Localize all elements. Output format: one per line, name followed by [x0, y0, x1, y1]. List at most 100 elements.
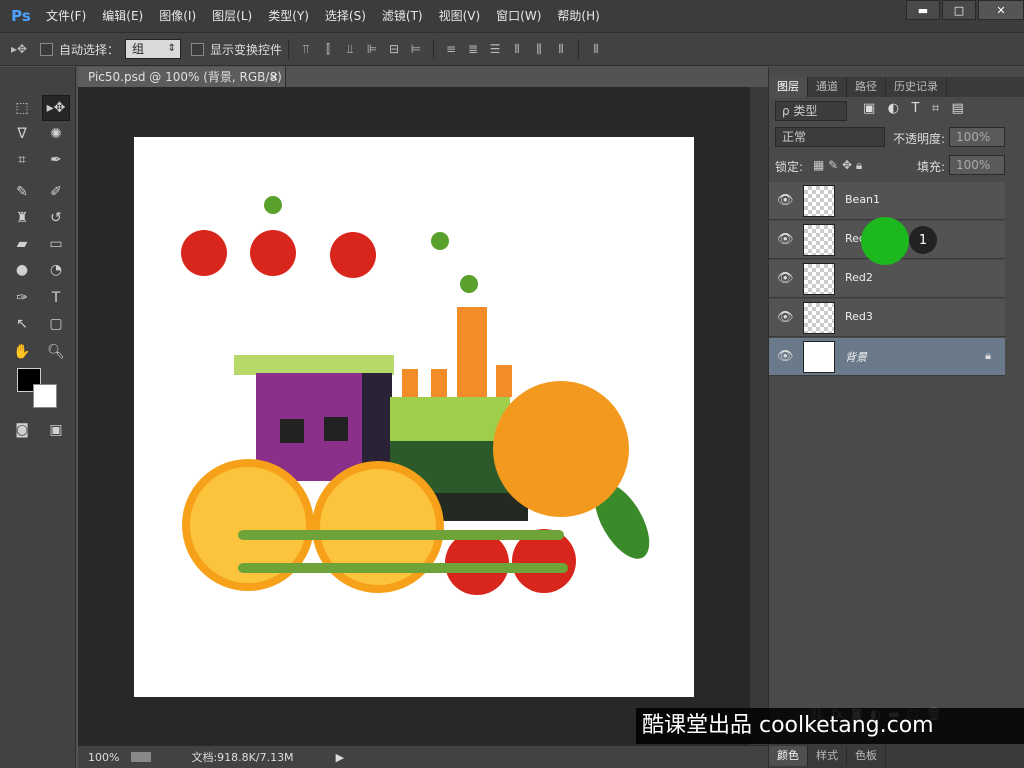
- layer-row[interactable]: 👁︎ Red2: [769, 260, 1005, 298]
- watermark: 酷课堂出品 coolketang.com: [636, 708, 1024, 744]
- eye-icon[interactable]: 👁︎: [777, 310, 794, 325]
- blend-mode-dropdown[interactable]: 正常: [775, 127, 885, 147]
- gradient-icon[interactable]: ▭: [42, 231, 70, 257]
- show-transform-label: 显示变换控件: [210, 42, 283, 57]
- hand-tool-icon[interactable]: ✋: [8, 339, 36, 365]
- fill-label: 填充:: [917, 160, 946, 174]
- align-right-icon[interactable]: ⊨: [405, 38, 427, 60]
- auto-align-icon[interactable]: ⫴: [585, 38, 607, 60]
- tab-history[interactable]: 历史记录: [886, 77, 947, 97]
- layer-name: 背景: [845, 351, 867, 364]
- healing-brush-icon[interactable]: ✎: [8, 179, 36, 205]
- distribute-left-icon[interactable]: ⦀: [506, 38, 528, 60]
- tab-styles[interactable]: 样式: [808, 746, 847, 766]
- show-transform-checkbox[interactable]: [191, 42, 205, 56]
- distribute-bottom-icon[interactable]: ☰: [484, 38, 506, 60]
- menu-filter[interactable]: 滤镜(T): [374, 0, 431, 32]
- lock-icons[interactable]: ▦ ✎ ✥ 🔒︎: [813, 158, 862, 173]
- distribute-top-icon[interactable]: ≡: [440, 38, 462, 60]
- maximize-button[interactable]: □: [942, 0, 976, 20]
- distribute-vcenter-icon[interactable]: ≣: [462, 38, 484, 60]
- marquee-tool-icon[interactable]: ⬚: [8, 95, 36, 121]
- path-select-icon[interactable]: ↖: [8, 311, 36, 337]
- zoom-tool-icon[interactable]: 🔍︎: [42, 339, 70, 365]
- align-vcenter-icon[interactable]: ⫿: [317, 38, 339, 60]
- minimize-button[interactable]: ▬: [906, 0, 940, 20]
- click-indicator: [861, 217, 909, 265]
- tab-color[interactable]: 颜色: [769, 746, 808, 766]
- menu-bar: Ps 文件(F) 编辑(E) 图像(I) 图层(L) 类型(Y) 选择(S) 滤…: [0, 0, 1024, 32]
- history-brush-icon[interactable]: ↺: [42, 205, 70, 231]
- menu-window[interactable]: 窗口(W): [488, 0, 549, 32]
- document-title: Pic50.psd @ 100% (背景, RGB/8): [88, 70, 282, 84]
- menu-type[interactable]: 类型(Y): [260, 0, 317, 32]
- layer-row[interactable]: 👁︎ Red3: [769, 299, 1005, 337]
- menu-help[interactable]: 帮助(H): [549, 0, 607, 32]
- tab-paths[interactable]: 路径: [847, 77, 886, 97]
- tab-swatches[interactable]: 色板: [847, 746, 886, 766]
- eye-icon[interactable]: 👁︎: [777, 232, 794, 247]
- close-button[interactable]: ✕: [978, 0, 1024, 20]
- zoom-level[interactable]: 100%: [88, 751, 119, 764]
- train-image: [181, 196, 650, 595]
- menu-select[interactable]: 选择(S): [317, 0, 374, 32]
- dodge-tool-icon[interactable]: ◔: [42, 257, 70, 283]
- close-tab-icon[interactable]: ×: [269, 67, 279, 87]
- tab-layers[interactable]: 图层: [769, 77, 808, 97]
- step-badge: 1: [909, 226, 937, 254]
- layer-row[interactable]: 👁︎ Bean1: [769, 182, 1005, 220]
- align-left-icon[interactable]: ⊫: [361, 38, 383, 60]
- crop-tool-icon[interactable]: ⌗: [8, 147, 36, 173]
- brush-tool-icon[interactable]: ✐: [42, 179, 70, 205]
- align-bottom-icon[interactable]: ⫫: [339, 38, 361, 60]
- tab-channels[interactable]: 通道: [808, 77, 847, 97]
- layer-name: Red2: [845, 271, 873, 284]
- align-top-icon[interactable]: ⫪: [295, 38, 317, 60]
- layer-filter-kind[interactable]: ρ 类型: [775, 101, 847, 121]
- document-canvas[interactable]: [134, 137, 694, 697]
- menu-edit[interactable]: 编辑(E): [94, 0, 151, 32]
- fill-field[interactable]: 100%: [949, 155, 1005, 175]
- menu-image[interactable]: 图像(I): [151, 0, 204, 32]
- document-tab[interactable]: Pic50.psd @ 100% (背景, RGB/8) ×: [78, 67, 286, 87]
- shape-tool-icon[interactable]: ▢: [42, 311, 70, 337]
- type-filter-icon[interactable]: T: [911, 101, 919, 116]
- eye-icon[interactable]: 👁︎: [777, 271, 794, 286]
- eye-icon[interactable]: 👁︎: [777, 349, 794, 364]
- auto-select-checkbox[interactable]: [40, 42, 53, 56]
- layer-row[interactable]: 👁︎ 背景 🔒︎: [769, 338, 1005, 376]
- document-info: 文档:918.8K/7.13M: [191, 751, 294, 764]
- pen-tool-icon[interactable]: ✑: [8, 285, 36, 311]
- shape-filter-icon[interactable]: ⌗: [932, 101, 939, 116]
- menu-file[interactable]: 文件(F): [38, 0, 94, 32]
- magic-wand-icon[interactable]: ✺: [42, 121, 70, 147]
- distribute-hcenter-icon[interactable]: ⫼: [528, 38, 550, 60]
- vertical-scrollbar[interactable]: [750, 87, 768, 745]
- quick-mask-icon[interactable]: ◙: [8, 417, 36, 443]
- status-menu-arrow-icon[interactable]: ▶: [336, 751, 344, 764]
- divider: [578, 39, 580, 59]
- clone-stamp-icon[interactable]: ♜: [8, 205, 36, 231]
- toolbox: ⬚ ▸✥ ᐁ ✺ ⌗ ✒ ✎ ✐ ♜ ↺ ▰ ▭ ● ◔ ✑ T ↖ ▢ ✋ 🔍…: [0, 67, 76, 768]
- eyedropper-icon[interactable]: ✒: [42, 147, 70, 173]
- canvas-area[interactable]: [78, 87, 750, 745]
- auto-select-dropdown[interactable]: 组: [125, 39, 182, 59]
- menu-view[interactable]: 视图(V): [431, 0, 489, 32]
- screen-mode-icon[interactable]: ▣: [42, 417, 70, 443]
- eraser-icon[interactable]: ▰: [8, 231, 36, 257]
- blur-tool-icon[interactable]: ●: [8, 257, 36, 283]
- distribute-right-icon[interactable]: ⫴: [550, 38, 572, 60]
- smart-object-filter-icon[interactable]: ▤: [952, 101, 964, 116]
- type-tool-icon[interactable]: T: [42, 285, 70, 311]
- move-tool-preset-icon[interactable]: ▸✥: [8, 38, 30, 60]
- align-hcenter-icon[interactable]: ⊟: [383, 38, 405, 60]
- background-color-swatch[interactable]: [33, 384, 57, 408]
- opacity-field[interactable]: 100%: [949, 127, 1005, 147]
- eye-icon[interactable]: 👁︎: [777, 193, 794, 208]
- menu-layer[interactable]: 图层(L): [204, 0, 260, 32]
- image-filter-icon[interactable]: ▣: [863, 101, 875, 116]
- divider: [433, 39, 435, 59]
- lasso-tool-icon[interactable]: ᐁ: [8, 121, 36, 147]
- adjustment-filter-icon[interactable]: ◐: [888, 101, 899, 116]
- move-tool-icon[interactable]: ▸✥: [42, 95, 70, 121]
